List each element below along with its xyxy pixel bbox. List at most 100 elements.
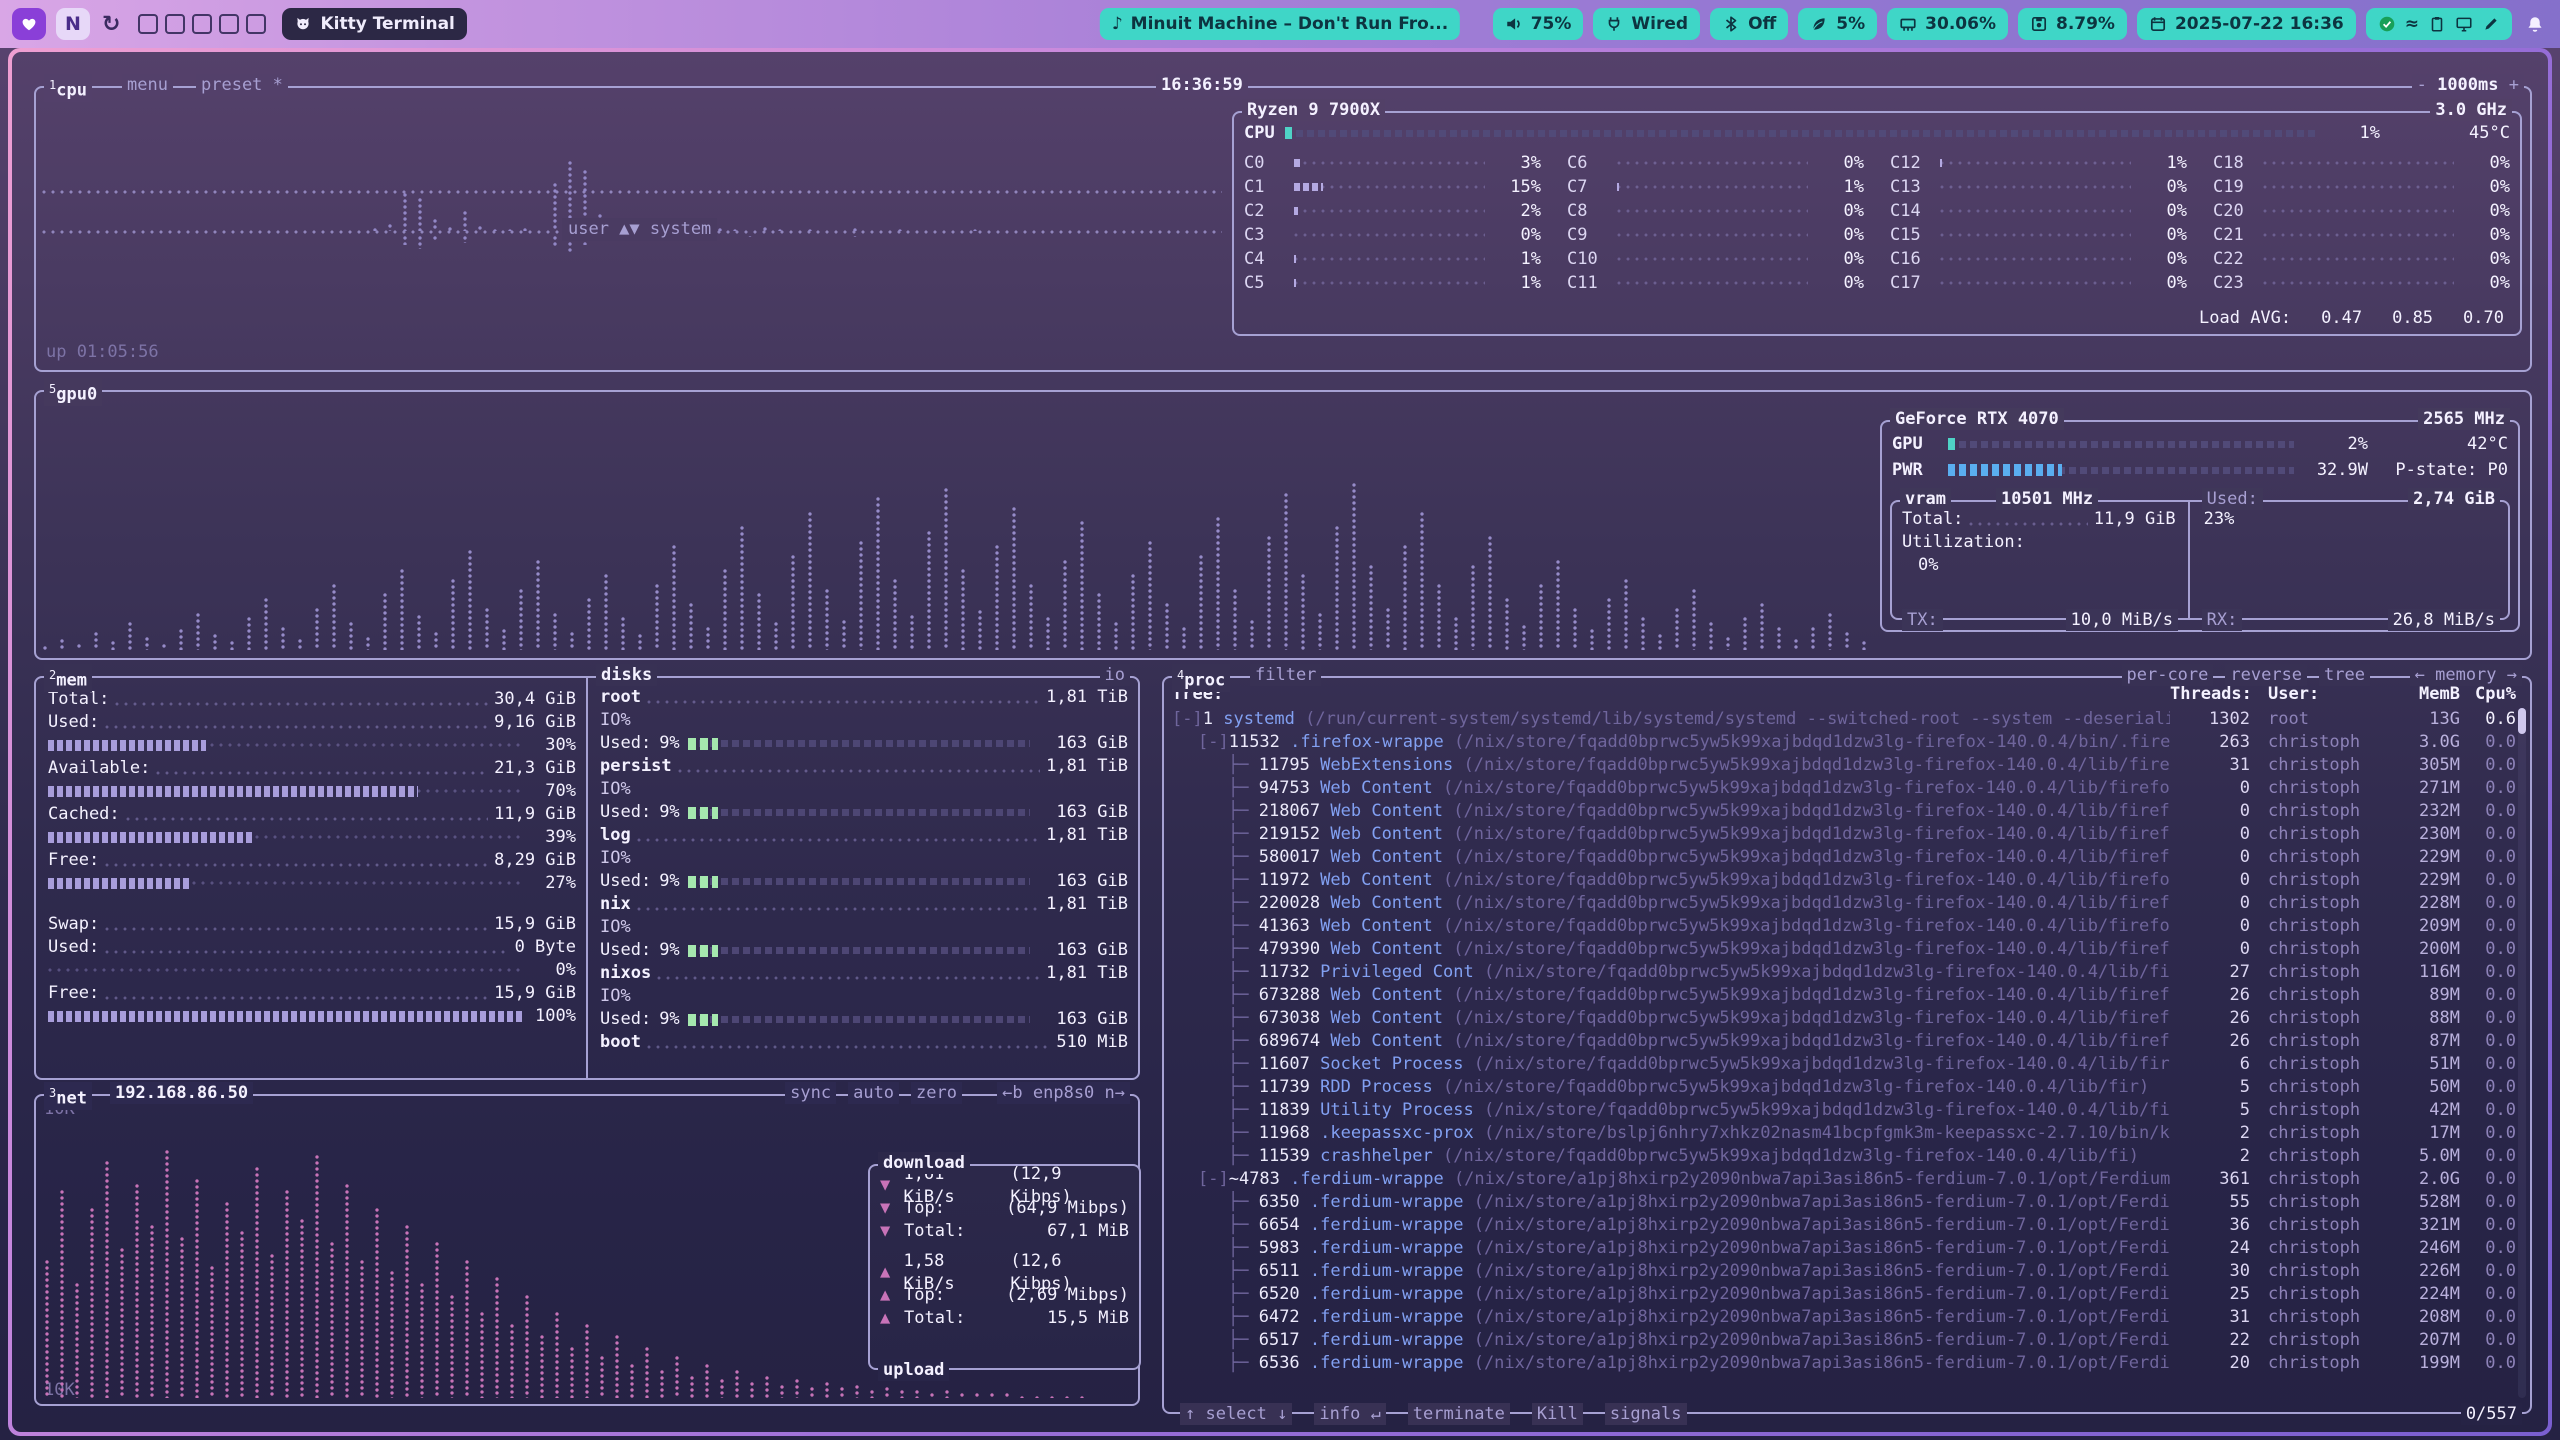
nixos-button[interactable]: N [56,8,90,40]
process-row[interactable]: ├─ 6350 .ferdium-wrappe (/nix/store/a1pj… [1168,1191,2516,1214]
net-toggles: sync auto zero [785,1082,962,1104]
core-percent: 0% [2462,151,2510,175]
process-row[interactable]: [-]~4783 .ferdium-wrappe (/nix/store/a1p… [1168,1168,2516,1191]
workspace-button[interactable] [219,14,239,34]
net-toggle-button[interactable]: auto [848,1082,899,1104]
interval-plus-button[interactable]: + [2509,75,2519,95]
cpu-core-box: Ryzen 9 7900X 3.0 GHz CPU 1% 45°C C0 3% [1232,111,2522,336]
workspace-button[interactable] [138,14,158,34]
process-row[interactable]: ├─ 11732 Privileged Cont (/nix/store/fqa… [1168,961,2516,984]
preset-button[interactable]: preset * [196,74,288,96]
core-row: C2 2% [1244,199,1541,223]
process-row[interactable]: ├─ 11739 RDD Process (/nix/store/fqadd0b… [1168,1076,2516,1099]
bluetooth-widget[interactable]: Off [1710,8,1788,40]
proc-option-toggle[interactable]: reverse [2225,664,2307,686]
process-row[interactable]: ├─ 673288 Web Content (/nix/store/fqadd0… [1168,984,2516,1007]
core-row: C11 0% [1567,271,1864,295]
cpu-frequency-label: 3.0 GHz [2430,99,2512,121]
process-row[interactable]: ├─ 94753 Web Content (/nix/store/fqadd0b… [1168,777,2516,800]
net-stat-row: ▼ Top: (64,9 Mibps) [870,1197,1139,1220]
core-id: C13 [1890,175,1932,199]
update-interval-control[interactable]: - 1000ms + [2412,74,2524,96]
process-row[interactable]: ├─ 41363 Web Content (/nix/store/fqadd0b… [1168,915,2516,938]
info-control[interactable]: info ↵ [1314,1403,1385,1425]
gpu-rx-value: 26,8 MiB/s [2388,609,2500,631]
process-row[interactable]: ├─ 6654 .ferdium-wrappe (/nix/store/a1pj… [1168,1214,2516,1237]
process-scrollbar[interactable] [2518,708,2526,1398]
process-row[interactable]: ├─ 6472 .ferdium-wrappe (/nix/store/a1pj… [1168,1306,2516,1329]
process-row[interactable]: [-]11532 .firefox-wrappe (/nix/store/fqa… [1168,731,2516,754]
network-widget[interactable]: Wired [1593,8,1700,40]
clock-widget[interactable]: 2025-07-22 16:36 [2137,8,2356,40]
core-meter [1940,161,2131,165]
proc-option-toggle[interactable]: per-core [2122,664,2214,686]
process-row[interactable]: ├─ 219152 Web Content (/nix/store/fqadd0… [1168,823,2516,846]
process-row[interactable]: ├─ 11839 Utility Process (/nix/store/fqa… [1168,1099,2516,1122]
process-row[interactable]: ├─ 11972 Web Content (/nix/store/fqadd0b… [1168,869,2516,892]
interval-minus-button[interactable]: - [2417,75,2427,95]
workspace-button[interactable] [246,14,266,34]
launcher-button[interactable] [12,8,46,40]
signals-control[interactable]: signals [1605,1403,1687,1425]
process-row[interactable]: ├─ 11539 crashhelper (/nix/store/fqadd0b… [1168,1145,2516,1168]
sort-column-selector[interactable]: ← memory → [2410,664,2522,686]
process-row[interactable]: ├─ 479390 Web Content (/nix/store/fqadd0… [1168,938,2516,961]
desktop: N ↻ Kitty Terminal ♪ Minuit Machine – Do… [0,0,2560,1440]
select-control[interactable]: ↑ select ↓ [1180,1403,1292,1425]
process-list: [-]1 systemd (/run/current-system/system… [1168,708,2516,1400]
net-stat-row: ▲ Top: (2,69 Mibps) [870,1284,1139,1307]
terminate-control[interactable]: terminate [1408,1403,1510,1425]
cpu-panel-title[interactable]: 1cpu [44,74,92,102]
core-id: C2 [1244,199,1286,223]
disk-widget[interactable]: 8.79% [2018,8,2127,40]
core-row: C5 1% [1244,271,1541,295]
clock: 16:36:59 [1156,74,1248,96]
ip-address: 192.168.86.50 [110,1082,253,1104]
process-row[interactable]: ├─ 580017 Web Content (/nix/store/fqadd0… [1168,846,2516,869]
process-row[interactable]: ├─ 11968 .keepassxc-prox (/nix/store/bsl… [1168,1122,2516,1145]
leaf-widget[interactable]: 5% [1798,8,1877,40]
proc-option-toggle[interactable]: tree [2319,664,2370,686]
workspace-button[interactable] [192,14,212,34]
process-row[interactable]: ├─ 220028 Web Content (/nix/store/fqadd0… [1168,892,2516,915]
process-row[interactable]: ├─ 6520 .ferdium-wrappe (/nix/store/a1pj… [1168,1283,2516,1306]
disk-io-label: IO% [600,916,1128,939]
process-row[interactable]: ├─ 689674 Web Content (/nix/store/fqadd0… [1168,1030,2516,1053]
system-tray[interactable]: ≈ [2366,8,2512,40]
disks-list: root1,81 TiB IO% Used: 9% 163 GiB persis… [600,686,1128,1054]
kitty-terminal-button[interactable]: Kitty Terminal [282,8,466,40]
net-panel-title[interactable]: 3net [44,1082,92,1110]
core-id: C8 [1567,199,1609,223]
process-row[interactable]: ├─ 6536 .ferdium-wrappe (/nix/store/a1pj… [1168,1352,2516,1375]
process-row[interactable]: ├─ 11795 WebExtensions (/nix/store/fqadd… [1168,754,2516,777]
notification-bell-button[interactable] [2522,8,2548,40]
memory-meter: 70% [48,780,576,803]
mem-panel-title[interactable]: 2mem [44,664,92,692]
scrollbar-thumb[interactable] [2518,708,2526,734]
interface-switcher[interactable]: ←b enp8s0 n→ [997,1082,1130,1104]
memory-widget[interactable]: 30.06% [1887,8,2008,40]
core-row: C9 0% [1567,223,1864,247]
process-row[interactable]: ├─ 673038 Web Content (/nix/store/fqadd0… [1168,1007,2516,1030]
net-toggle-button[interactable]: zero [911,1082,962,1104]
process-row[interactable]: ├─ 5983 .ferdium-wrappe (/nix/store/a1pj… [1168,1237,2516,1260]
process-row[interactable]: [-]1 systemd (/run/current-system/system… [1168,708,2516,731]
reload-button[interactable]: ↻ [100,8,122,40]
kill-control[interactable]: Kill [1532,1403,1583,1425]
cpu-graph-mode-label[interactable]: user ▲▼ system [562,218,717,241]
process-row[interactable]: ├─ 6517 .ferdium-wrappe (/nix/store/a1pj… [1168,1329,2516,1352]
music-player-button[interactable]: ♪ Minuit Machine – Don't Run Fro... [1100,8,1460,40]
proc-panel-title[interactable]: 4proc [1172,664,1230,692]
volume-widget[interactable]: 75% [1493,8,1584,40]
menu-button[interactable]: menu [122,74,173,96]
disks-title[interactable]: disks [596,664,657,686]
workspace-button[interactable] [165,14,185,34]
net-toggle-button[interactable]: sync [785,1082,836,1104]
process-row[interactable]: ├─ 6511 .ferdium-wrappe (/nix/store/a1pj… [1168,1260,2516,1283]
filter-button[interactable]: filter [1250,664,1321,686]
gpu-panel-title[interactable]: 5gpu0 [44,378,102,406]
disks-io-toggle[interactable]: io [1100,664,1130,686]
memory-row: Swap:15,9 GiB [48,913,576,936]
process-row[interactable]: ├─ 11607 Socket Process (/nix/store/fqad… [1168,1053,2516,1076]
process-row[interactable]: ├─ 218067 Web Content (/nix/store/fqadd0… [1168,800,2516,823]
